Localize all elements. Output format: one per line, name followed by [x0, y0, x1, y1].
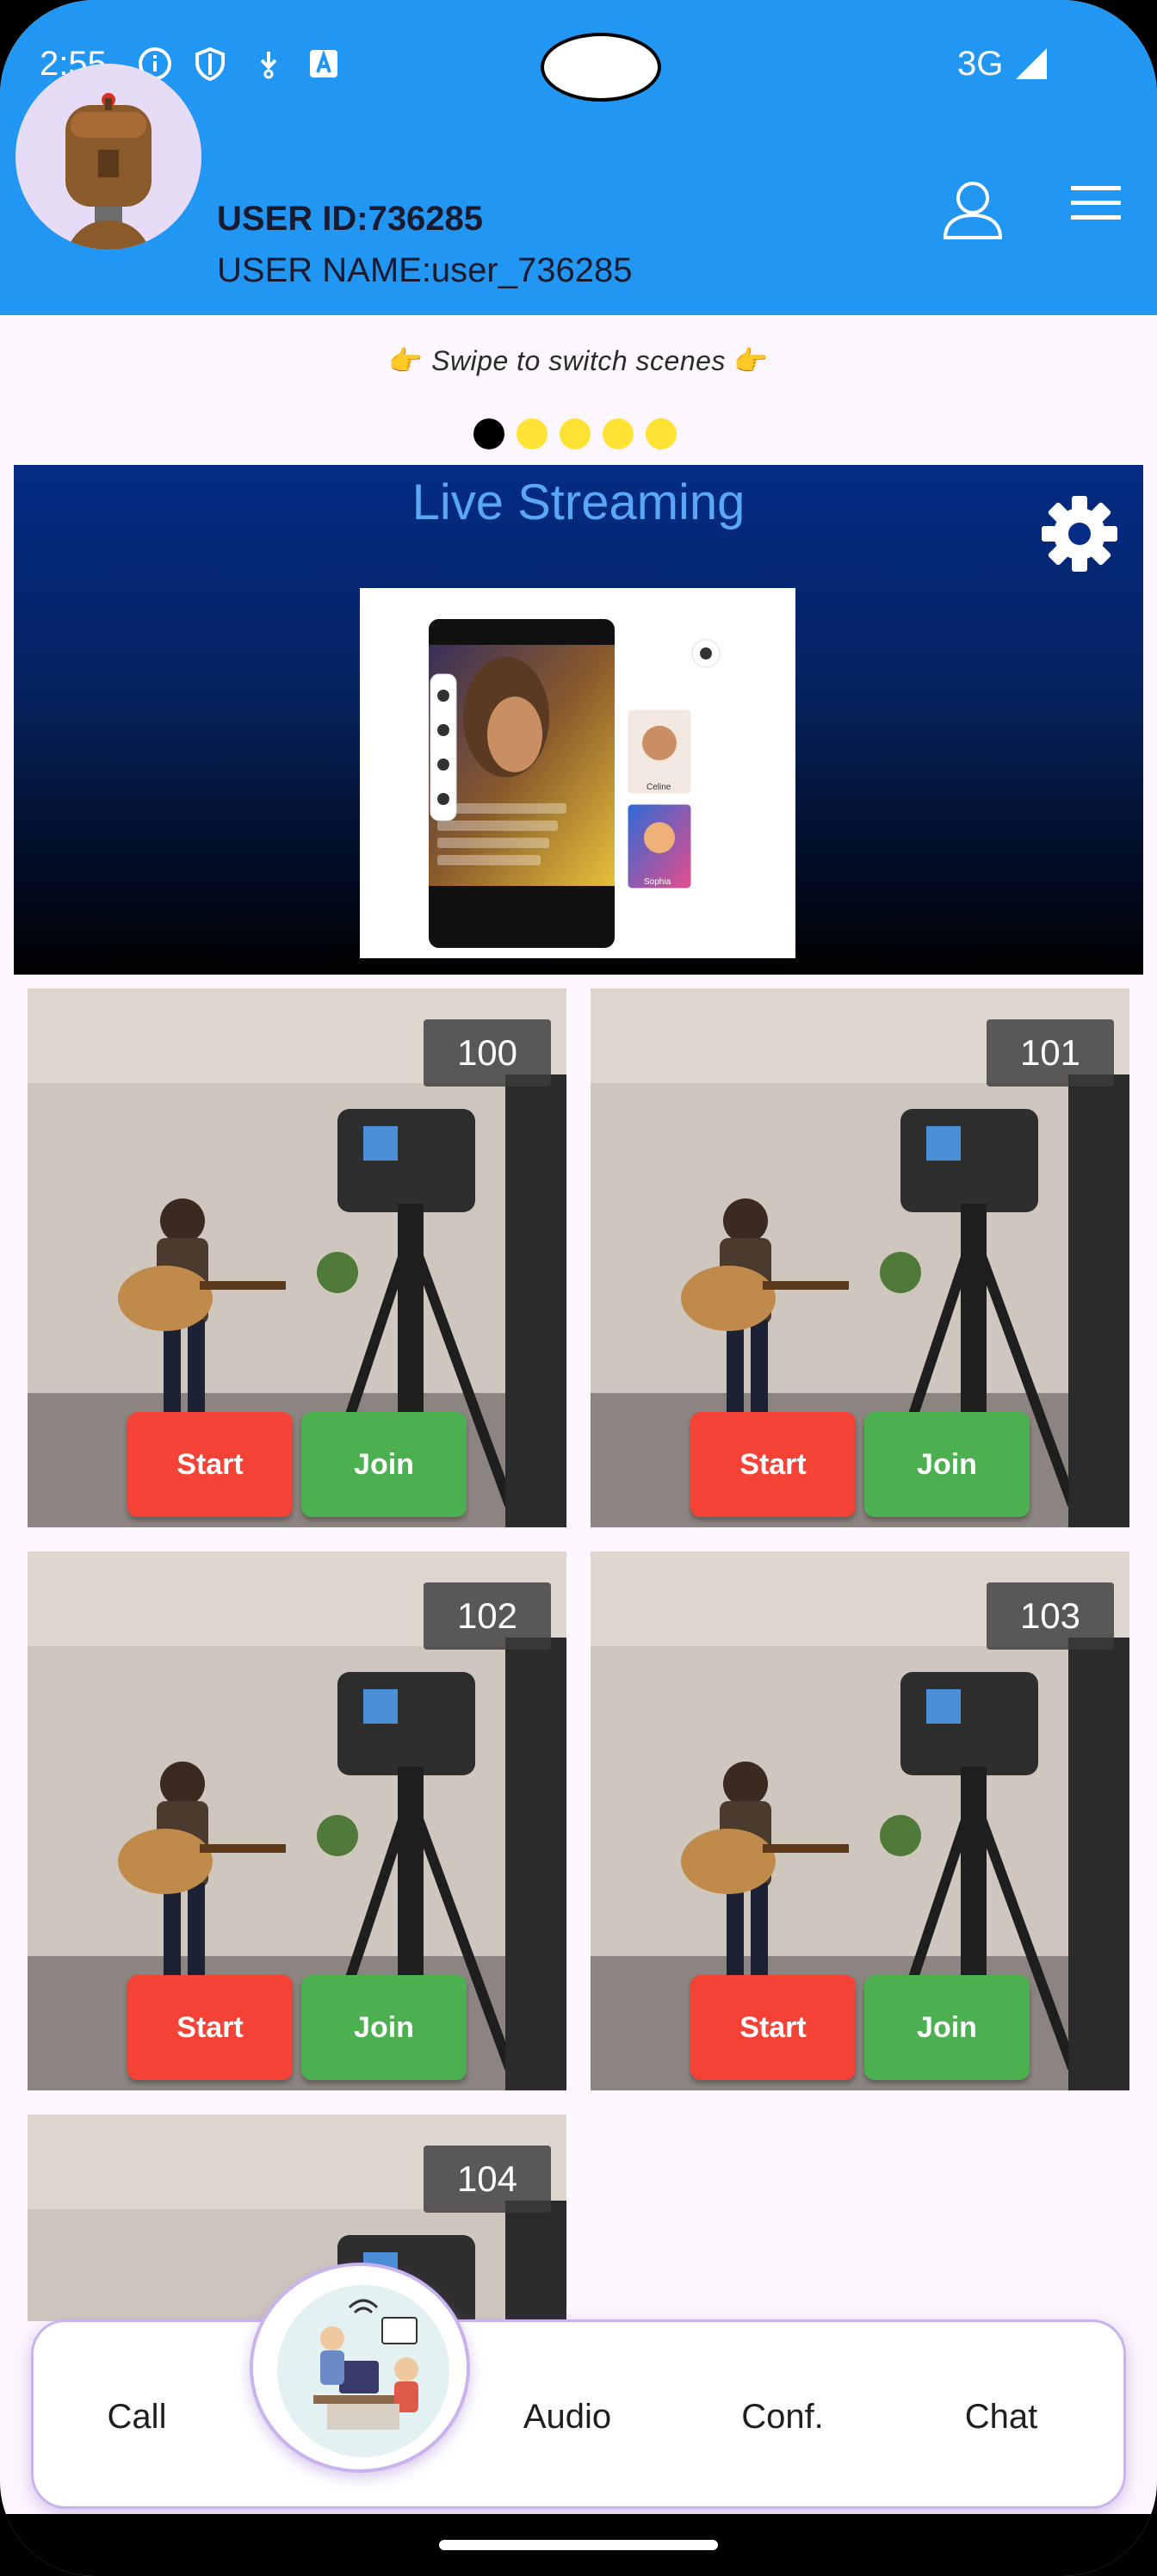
page-dot[interactable]: [646, 418, 677, 449]
home-gesture-handle[interactable]: [439, 2540, 718, 2550]
join-button[interactable]: Join: [864, 1412, 1030, 1517]
profile-icon[interactable]: [938, 176, 1007, 245]
avatar[interactable]: [15, 64, 201, 250]
streaming-illustration-icon: [277, 2285, 449, 2457]
font-icon: [310, 49, 337, 77]
camera-cutout: [541, 33, 661, 102]
preview-host-name: Sophia: [644, 877, 671, 887]
menu-icon[interactable]: [1066, 177, 1126, 229]
join-button[interactable]: Join: [301, 1412, 467, 1517]
shield-icon: [195, 46, 225, 81]
room-card[interactable]: 100 Start Join: [28, 988, 566, 1527]
live-preview-image: Celine Sophia: [360, 588, 795, 958]
signal-icon: [1016, 48, 1047, 79]
start-button[interactable]: Start: [690, 1975, 856, 2080]
scene-title: Live Streaming: [411, 474, 746, 530]
page-dot[interactable]: [603, 418, 634, 449]
network-label: 3G: [957, 45, 1004, 83]
live-streaming-nav-button[interactable]: [250, 2263, 470, 2473]
pointing-hand-icon: 👉: [733, 345, 769, 376]
user-name-label: USER NAME:user_736285: [217, 251, 633, 289]
bottom-navigation: Call Audio Conf. Chat: [31, 2319, 1126, 2509]
room-id-label: 101: [987, 1019, 1114, 1087]
page-dot[interactable]: [560, 418, 591, 449]
robot-avatar-icon: [65, 93, 152, 250]
download-icon: [260, 52, 277, 79]
swipe-hint: 👉 Swipe to switch scenes 👉: [0, 344, 1157, 377]
app-screen: 2:55 3G USER ID:736285 USER NAME:user_73…: [0, 0, 1157, 2576]
page-dot[interactable]: [473, 418, 504, 449]
room-id-label: 100: [424, 1019, 551, 1087]
nav-conf[interactable]: Conf.: [696, 2322, 869, 2511]
room-card[interactable]: 101 Start Join: [591, 988, 1129, 1527]
join-button[interactable]: Join: [301, 1975, 467, 2080]
start-button[interactable]: Start: [690, 1412, 856, 1517]
nav-chat[interactable]: Chat: [915, 2322, 1087, 2511]
room-id-label: 102: [424, 1582, 551, 1650]
app-header: 2:55 3G USER ID:736285 USER NAME:user_73…: [0, 0, 1157, 315]
room-card[interactable]: 102 Start Join: [28, 1551, 566, 2090]
user-id-label: USER ID:736285: [217, 200, 484, 238]
page-indicator[interactable]: [473, 418, 677, 449]
nav-audio[interactable]: Audio: [481, 2322, 653, 2511]
swipe-hint-text: Swipe to switch scenes: [431, 345, 726, 376]
room-id-label: 104: [424, 2146, 551, 2213]
room-id-label: 103: [987, 1582, 1114, 1650]
start-button[interactable]: Start: [127, 1975, 293, 2080]
settings-gear-icon[interactable]: [1038, 492, 1121, 575]
join-button[interactable]: Join: [864, 1975, 1030, 2080]
pointing-hand-icon: 👉: [388, 345, 424, 376]
preview-host-name: Celine: [647, 783, 671, 792]
nav-call[interactable]: Call: [51, 2322, 223, 2511]
start-button[interactable]: Start: [127, 1412, 293, 1517]
room-card[interactable]: 103 Start Join: [591, 1551, 1129, 2090]
scene-banner[interactable]: Live Streaming Celine Sophia: [14, 465, 1143, 975]
page-dot[interactable]: [517, 418, 548, 449]
